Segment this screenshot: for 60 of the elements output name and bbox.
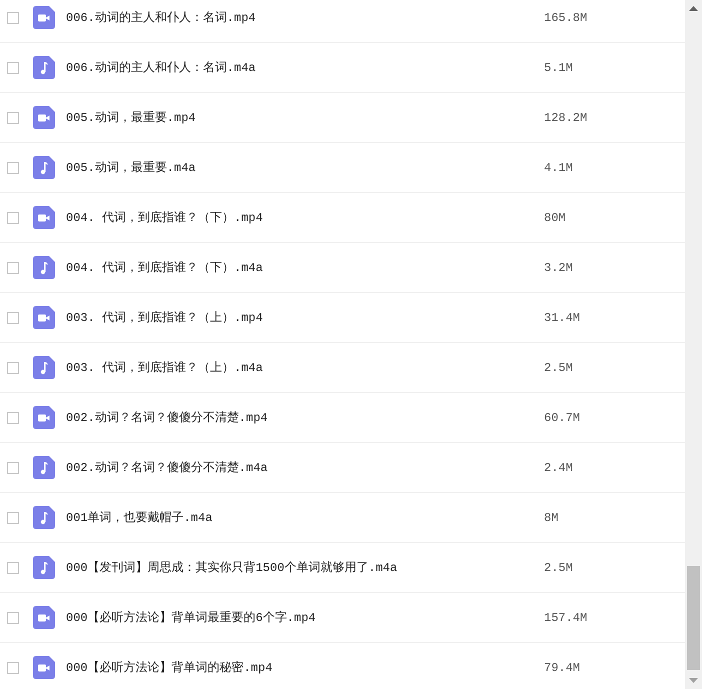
file-name[interactable]: 006.动词的主人和仆人：名词.m4a bbox=[66, 59, 536, 76]
file-size: 2.5M bbox=[544, 560, 573, 574]
file-size: 79.4M bbox=[544, 660, 580, 674]
video-file-icon bbox=[33, 306, 55, 329]
file-name[interactable]: 005.动词，最重要.m4a bbox=[66, 159, 536, 176]
file-name[interactable]: 000【必听方法论】背单词最重要的6个字.mp4 bbox=[66, 609, 536, 626]
file-name[interactable]: 003. 代词，到底指谁？（上）.mp4 bbox=[66, 309, 536, 326]
file-name[interactable]: 005.动词，最重要.mp4 bbox=[66, 109, 536, 126]
checkbox[interactable] bbox=[7, 112, 19, 124]
file-name[interactable]: 003. 代词，到底指谁？（上）.m4a bbox=[66, 359, 536, 376]
file-size: 31.4M bbox=[544, 310, 580, 324]
scroll-up-icon[interactable] bbox=[689, 6, 698, 11]
file-size: 5.1M bbox=[544, 60, 573, 74]
video-file-icon bbox=[33, 656, 55, 679]
file-name[interactable]: 001单词，也要戴帽子.m4a bbox=[66, 509, 536, 526]
scrollbar[interactable] bbox=[685, 0, 702, 689]
file-name[interactable]: 002.动词？名词？傻傻分不清楚.mp4 bbox=[66, 409, 536, 426]
checkbox[interactable] bbox=[7, 212, 19, 224]
checkbox[interactable] bbox=[7, 62, 19, 74]
file-size: 80M bbox=[544, 210, 566, 224]
audio-file-icon bbox=[33, 156, 55, 179]
video-file-icon bbox=[33, 206, 55, 229]
checkbox[interactable] bbox=[7, 412, 19, 424]
file-size: 128.2M bbox=[544, 110, 588, 124]
video-file-icon bbox=[33, 606, 55, 629]
audio-file-icon bbox=[33, 356, 55, 379]
file-name[interactable]: 006.动词的主人和仆人：名词.mp4 bbox=[66, 9, 536, 26]
file-name[interactable]: 000【必听方法论】背单词的秘密.mp4 bbox=[66, 659, 536, 676]
audio-file-icon bbox=[33, 556, 55, 579]
file-name[interactable]: 004. 代词，到底指谁？（下）.mp4 bbox=[66, 209, 536, 226]
checkbox[interactable] bbox=[7, 162, 19, 174]
checkbox[interactable] bbox=[7, 562, 19, 574]
checkbox[interactable] bbox=[7, 662, 19, 674]
scroll-down-icon[interactable] bbox=[689, 678, 698, 683]
audio-file-icon bbox=[33, 256, 55, 279]
file-name[interactable]: 000【发刊词】周思成：其实你只背1500个单词就够用了.m4a bbox=[66, 559, 536, 576]
file-name[interactable]: 002.动词？名词？傻傻分不清楚.m4a bbox=[66, 459, 536, 476]
file-size: 157.4M bbox=[544, 610, 588, 624]
checkbox[interactable] bbox=[7, 462, 19, 474]
checkbox[interactable] bbox=[7, 512, 19, 524]
file-size: 4.1M bbox=[544, 160, 573, 174]
checkbox[interactable] bbox=[7, 362, 19, 374]
audio-file-icon bbox=[33, 456, 55, 479]
file-size: 3.2M bbox=[544, 260, 573, 274]
file-size: 8M bbox=[544, 510, 558, 524]
checkbox[interactable] bbox=[7, 312, 19, 324]
file-size: 2.5M bbox=[544, 360, 573, 374]
checkbox[interactable] bbox=[7, 262, 19, 274]
video-file-icon bbox=[33, 106, 55, 129]
video-file-icon bbox=[33, 406, 55, 429]
checkbox[interactable] bbox=[7, 612, 19, 624]
video-file-icon bbox=[33, 6, 55, 29]
file-name[interactable]: 004. 代词，到底指谁？（下）.m4a bbox=[66, 259, 536, 276]
file-size: 165.8M bbox=[544, 10, 588, 24]
file-size: 2.4M bbox=[544, 460, 573, 474]
checkbox[interactable] bbox=[7, 12, 19, 24]
audio-file-icon bbox=[33, 506, 55, 529]
scrollbar-thumb[interactable] bbox=[687, 566, 700, 670]
audio-file-icon bbox=[33, 56, 55, 79]
file-size: 60.7M bbox=[544, 410, 580, 424]
